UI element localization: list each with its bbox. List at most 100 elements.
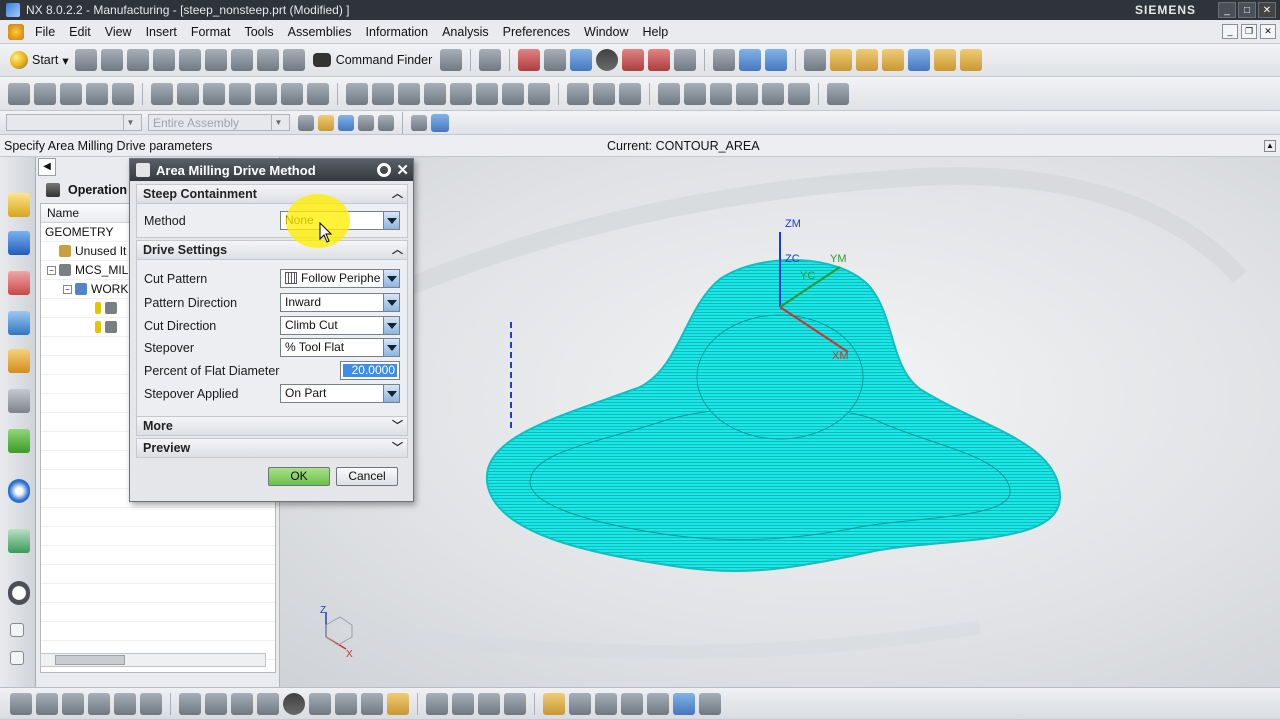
close-window-button[interactable]: ✕ bbox=[1258, 2, 1276, 18]
preview-group-header[interactable]: Preview ﹀ bbox=[136, 438, 408, 458]
undo-icon[interactable] bbox=[282, 49, 305, 71]
menu-view[interactable]: View bbox=[98, 25, 139, 39]
save-icon[interactable] bbox=[126, 49, 149, 71]
menu-analysis[interactable]: Analysis bbox=[435, 25, 496, 39]
geometry-icon[interactable] bbox=[88, 692, 110, 715]
cut-object-icon[interactable] bbox=[372, 82, 394, 105]
chart-icon[interactable] bbox=[504, 692, 526, 715]
menu-edit[interactable]: Edit bbox=[62, 25, 98, 39]
clip-icon[interactable] bbox=[622, 49, 645, 71]
shaded-icon[interactable] bbox=[440, 49, 463, 71]
replay-icon[interactable] bbox=[281, 82, 303, 105]
dialog-title-bar[interactable]: Area Milling Drive Method ✕ bbox=[130, 159, 413, 181]
create-tool-icon[interactable] bbox=[34, 82, 56, 105]
type-filter-dropdown[interactable]: ▼ bbox=[6, 114, 142, 131]
point-icon[interactable] bbox=[595, 692, 617, 715]
spline-icon[interactable] bbox=[452, 692, 474, 715]
menu-assemblies[interactable]: Assemblies bbox=[281, 25, 359, 39]
trim-icon[interactable] bbox=[361, 692, 383, 715]
new-icon[interactable] bbox=[74, 49, 97, 71]
shop-doc-icon[interactable] bbox=[502, 82, 524, 105]
collapse-icon[interactable]: − bbox=[63, 284, 72, 294]
menu-file[interactable]: File bbox=[28, 25, 62, 39]
method-dropdown[interactable]: None bbox=[280, 211, 400, 230]
verify-icon[interactable] bbox=[307, 82, 329, 105]
selection-icon[interactable] bbox=[479, 49, 502, 71]
sketch-icon[interactable] bbox=[647, 692, 669, 715]
block-icon[interactable] bbox=[179, 692, 201, 715]
menu-format[interactable]: Format bbox=[184, 25, 238, 39]
navigator-back-button[interactable]: ◀ bbox=[38, 158, 56, 176]
cylinder-icon[interactable] bbox=[205, 692, 227, 715]
paste-object-icon[interactable] bbox=[424, 82, 446, 105]
stepover-dropdown[interactable]: % Tool Flat bbox=[280, 338, 400, 357]
assembly-filter-dropdown[interactable]: Entire Assembly ▼ bbox=[148, 114, 290, 131]
workpiece-icon[interactable] bbox=[684, 82, 706, 105]
doc-close-button[interactable]: ✕ bbox=[1260, 24, 1276, 39]
highlight-icon[interactable] bbox=[882, 49, 905, 71]
transform-icon[interactable] bbox=[765, 49, 788, 71]
filter-reset-icon[interactable] bbox=[298, 114, 314, 131]
create-operation-icon[interactable] bbox=[112, 82, 134, 105]
operation-navigator-icon[interactable] bbox=[8, 311, 30, 335]
program-order-view-icon[interactable] bbox=[151, 82, 173, 105]
method-icon[interactable] bbox=[114, 692, 136, 715]
cone-icon[interactable] bbox=[231, 692, 253, 715]
generate-icon[interactable] bbox=[255, 82, 277, 105]
analysis-icon[interactable] bbox=[856, 49, 879, 71]
open-icon[interactable] bbox=[100, 49, 123, 71]
chain-icon[interactable] bbox=[569, 692, 591, 715]
geometry-view-icon[interactable] bbox=[203, 82, 225, 105]
menu-information[interactable]: Information bbox=[359, 25, 436, 39]
rectangle-select-icon[interactable] bbox=[411, 114, 427, 131]
reuse-library-icon[interactable] bbox=[8, 389, 30, 413]
delete-tp-icon[interactable] bbox=[827, 82, 849, 105]
add-icon[interactable] bbox=[710, 82, 732, 105]
menu-preferences[interactable]: Preferences bbox=[496, 25, 577, 39]
offset-icon[interactable] bbox=[335, 692, 357, 715]
program-icon[interactable] bbox=[36, 692, 58, 715]
cut-icon[interactable] bbox=[178, 49, 201, 71]
start-button[interactable]: Start ▾ bbox=[6, 51, 73, 69]
tool-icon[interactable] bbox=[62, 692, 84, 715]
ok-button[interactable]: OK bbox=[268, 467, 330, 486]
display-object-icon[interactable] bbox=[476, 82, 498, 105]
layer-settings-icon[interactable] bbox=[804, 49, 827, 71]
command-finder-button[interactable]: Command Finder bbox=[307, 53, 439, 67]
collapse-icon[interactable]: − bbox=[47, 265, 56, 275]
history-icon[interactable] bbox=[8, 529, 30, 553]
scroll-up-icon[interactable] bbox=[10, 623, 24, 637]
menu-tools[interactable]: Tools bbox=[237, 25, 280, 39]
probe-icon[interactable] bbox=[736, 82, 758, 105]
edit-object-icon[interactable] bbox=[346, 82, 368, 105]
select-all-icon[interactable] bbox=[378, 114, 394, 131]
part-navigator-icon[interactable] bbox=[8, 271, 30, 295]
operation-create-icon[interactable] bbox=[10, 692, 32, 715]
minimize-button[interactable]: _ bbox=[1218, 2, 1236, 18]
curve-icon[interactable] bbox=[426, 692, 448, 715]
more-group-header[interactable]: More ﹀ bbox=[136, 416, 408, 436]
list-toolpath-icon[interactable] bbox=[593, 82, 615, 105]
drive-settings-group-header[interactable]: Drive Settings ︿ bbox=[136, 240, 408, 260]
create-method-icon[interactable] bbox=[86, 82, 108, 105]
palettes-icon[interactable] bbox=[8, 429, 30, 453]
scrollbar-thumb[interactable] bbox=[55, 655, 125, 665]
part-icon[interactable] bbox=[699, 692, 721, 715]
cue-pin-icon[interactable]: ▲ bbox=[1264, 139, 1276, 152]
machine-tool-view-icon[interactable] bbox=[177, 82, 199, 105]
maximize-button[interactable]: □ bbox=[1238, 2, 1256, 18]
wcs-icon[interactable] bbox=[674, 49, 697, 71]
percent-of-flat-diameter-input[interactable]: 20.0000 bbox=[340, 361, 400, 380]
material-icon[interactable] bbox=[673, 692, 695, 715]
menu-insert[interactable]: Insert bbox=[139, 25, 184, 39]
stepover-applied-dropdown[interactable]: On Part bbox=[280, 384, 400, 403]
print-icon[interactable] bbox=[152, 49, 175, 71]
snap-icon[interactable] bbox=[908, 49, 931, 71]
menu-help[interactable]: Help bbox=[636, 25, 676, 39]
close-icon[interactable]: ✕ bbox=[396, 161, 409, 179]
view-cube-icon[interactable] bbox=[570, 49, 593, 71]
horizontal-scrollbar[interactable] bbox=[40, 653, 266, 667]
copy-object-icon[interactable] bbox=[398, 82, 420, 105]
create-geometry-icon[interactable] bbox=[60, 82, 82, 105]
measure-distance-icon[interactable] bbox=[621, 692, 643, 715]
